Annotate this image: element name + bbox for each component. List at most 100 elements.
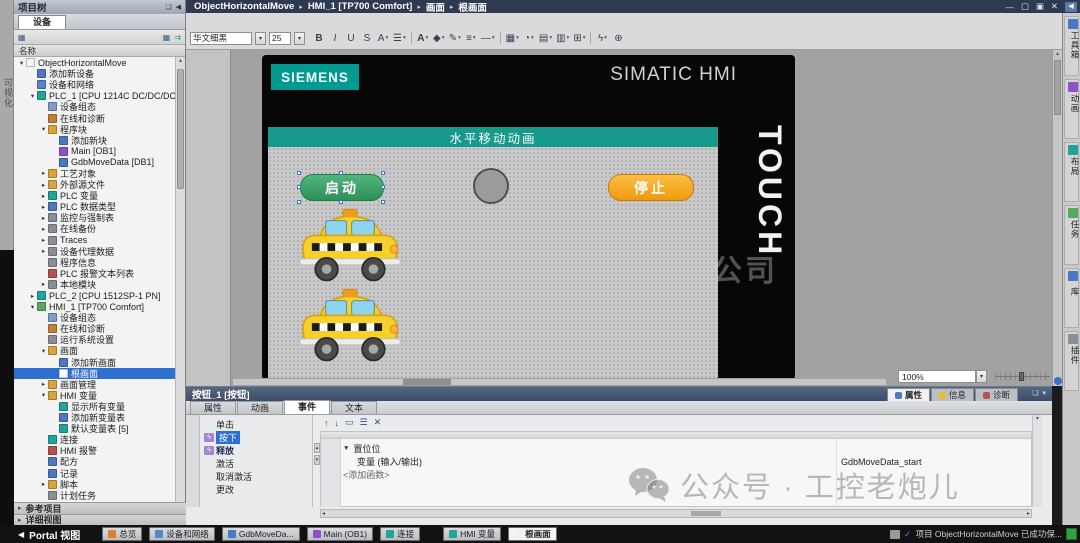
event-item[interactable]: 单击 — [200, 418, 312, 431]
pin-icon[interactable]: ❏ — [165, 3, 171, 11]
selection-handle[interactable] — [381, 171, 385, 175]
object-style-button[interactable]: ▦▾ — [505, 31, 520, 46]
tree-expand-arrow[interactable]: ▾ — [39, 391, 48, 399]
tree-scrollbar-thumb[interactable] — [177, 69, 184, 189]
line-style-button[interactable]: ≡▾ — [464, 31, 478, 46]
scroll-left-icon[interactable]: ◂ — [322, 510, 325, 517]
taskbar-button[interactable]: HMI 变量 — [443, 527, 501, 541]
indicator-circle-object[interactable] — [473, 168, 509, 204]
event-item[interactable]: 取消激活 — [200, 470, 312, 483]
move-up-button[interactable]: ↑ — [324, 418, 329, 428]
taxi-image[interactable] — [298, 208, 402, 287]
layer-button[interactable]: ▤▾ — [538, 31, 553, 46]
tab-事件[interactable]: 事件 — [284, 400, 330, 414]
strikethrough-button[interactable]: S — [360, 31, 374, 46]
tree-item[interactable]: 默认变量表 [5] — [14, 423, 176, 434]
inspector-hscroll-thumb[interactable] — [691, 511, 721, 516]
underline-button[interactable]: U — [344, 31, 358, 46]
tree-expand-arrow[interactable]: ▸ — [39, 225, 48, 233]
pin-icon[interactable]: ❏ — [1032, 389, 1038, 397]
collapse-tree-icon[interactable]: ◀ — [176, 3, 181, 11]
zoom-select-button[interactable]: ⊕ — [611, 31, 625, 46]
tree-expand-arrow[interactable]: ▸ — [39, 181, 48, 189]
screen-editor[interactable]: SIEMENS SIMATIC HMI TOUCH 水平移动动画 启动 — [186, 50, 1052, 386]
tree-expand-arrow[interactable]: ▾ — [28, 92, 37, 100]
tree-expand-arrow[interactable]: ▾ — [17, 59, 26, 67]
function-row[interactable]: ▼ 置位位 — [343, 442, 380, 455]
tree-view-icon[interactable]: ▦ — [18, 33, 26, 42]
tree-item[interactable]: 配方 — [14, 456, 176, 467]
tree-item[interactable]: HMI 报警 — [14, 445, 176, 456]
editor-vertical-scrollbar[interactable]: ▴ — [1052, 50, 1062, 386]
tree-filter-icon[interactable]: ▦ — [163, 33, 171, 42]
screen-title-bar[interactable]: 水平移动动画 — [268, 127, 718, 147]
taskbar-button[interactable]: Main (OB1) — [307, 527, 373, 541]
tab-devices[interactable]: 设备 — [18, 15, 66, 29]
details-view-section[interactable]: ▸ 详细视图 — [14, 514, 186, 526]
tree-expand-arrow[interactable]: ▸ — [28, 292, 37, 300]
tree-expand-arrow[interactable]: ▸ — [39, 280, 48, 288]
selection-handle[interactable] — [339, 171, 343, 175]
breadcrumb-item[interactable]: 根画面 — [458, 0, 487, 14]
task-card-布局[interactable]: 布局 — [1064, 142, 1079, 202]
tree-expand-arrow[interactable]: ▾ — [39, 125, 48, 133]
task-card-库[interactable]: 库 — [1064, 268, 1079, 328]
task-card-动画[interactable]: 动画 — [1064, 79, 1079, 139]
task-card-工具箱[interactable]: 工具箱 — [1064, 16, 1079, 76]
task-card-插件[interactable]: 插件 — [1064, 331, 1079, 391]
tree-expand-arrow[interactable]: ▸ — [39, 214, 48, 222]
tree-item[interactable]: ▸本地模块 — [14, 279, 176, 290]
selection-handle[interactable] — [297, 185, 301, 189]
event-item[interactable]: 激活 — [200, 457, 312, 470]
tree-expand-icon[interactable]: ⇉ — [174, 33, 181, 42]
align-button[interactable]: ☰▾ — [392, 31, 407, 46]
tree-expand-arrow[interactable]: ▸ — [39, 169, 48, 177]
taskbar-button[interactable]: 设备和网络 — [149, 527, 215, 541]
editor-corner-icon[interactable] — [1054, 377, 1062, 385]
tree-item[interactable]: ▾ObjectHorizontalMove — [14, 57, 176, 68]
tree-item[interactable]: 添加新块 — [14, 135, 176, 146]
selection-handle[interactable] — [381, 200, 385, 204]
selection-handle[interactable] — [297, 200, 301, 204]
inspector-horizontal-scrollbar[interactable]: ◂ ▸ — [320, 509, 1032, 518]
zoom-slider[interactable] — [995, 370, 1050, 383]
tab-属性[interactable]: 属性 — [190, 401, 236, 414]
line-width-button[interactable]: —▾ — [480, 31, 496, 46]
font-name-input[interactable] — [190, 32, 252, 45]
editor-vscroll-thumb[interactable] — [1054, 60, 1061, 115]
inspector-right-scrollbar[interactable]: ▾ — [1032, 415, 1042, 507]
font-size-button[interactable]: A▾ — [376, 31, 390, 46]
border-color-button[interactable]: ✎▾ — [448, 31, 462, 46]
tree-item[interactable]: 添加新设备 — [14, 68, 176, 79]
tree-expand-arrow[interactable]: ▸ — [39, 480, 48, 488]
event-item[interactable]: ϟ按下 — [200, 431, 312, 444]
tree-item[interactable]: 设备和网络 — [14, 79, 176, 90]
taskbar-button[interactable]: 根画面 — [508, 527, 557, 541]
breadcrumb-item[interactable]: HMI_1 [TP700 Comfort] — [308, 1, 413, 12]
tree-item[interactable]: ▸PLC_2 [CPU 1512SP-1 PN] — [14, 290, 176, 301]
fill-color-button[interactable]: ◆▾ — [432, 31, 446, 46]
tag-connection-button[interactable]: ϟ▾ — [595, 31, 609, 46]
tree-expand-arrow[interactable]: ▸ — [39, 247, 48, 255]
reference-projects-section[interactable]: ▸ 参考项目 — [14, 502, 186, 514]
stop-button-object[interactable]: 停止 — [608, 174, 694, 201]
tree-item[interactable]: 记录 — [14, 467, 176, 478]
breadcrumb-item[interactable]: 画面 — [426, 0, 445, 14]
portal-view-button[interactable]: ◀ Portal 视图 — [18, 527, 80, 542]
tree-item[interactable]: 在线和诊断 — [14, 112, 176, 123]
font-size-dropdown[interactable]: ▾ — [294, 32, 305, 45]
font-name-dropdown[interactable]: ▾ — [255, 32, 266, 45]
start-button-object[interactable]: 启动 — [300, 174, 384, 201]
tree-item[interactable]: 计划任务 — [14, 490, 176, 501]
selection-handle[interactable] — [381, 185, 385, 189]
inspector-tab-诊断[interactable]: 诊断 — [975, 388, 1018, 401]
tree-item[interactable]: Main [OB1] — [14, 146, 176, 157]
restore-button[interactable]: ▢ — [1021, 1, 1029, 12]
close-button[interactable]: ✕ — [1051, 1, 1058, 12]
tree-expand-arrow[interactable]: ▾ — [28, 303, 37, 311]
event-item[interactable]: 更改 — [200, 483, 312, 496]
font-color-button[interactable]: A▾ — [416, 31, 430, 46]
tree-expand-arrow[interactable]: ▸ — [39, 380, 48, 388]
group-button[interactable]: ▥▾ — [555, 31, 570, 46]
taskbar-button[interactable]: GdbMoveDa... — [222, 527, 300, 541]
